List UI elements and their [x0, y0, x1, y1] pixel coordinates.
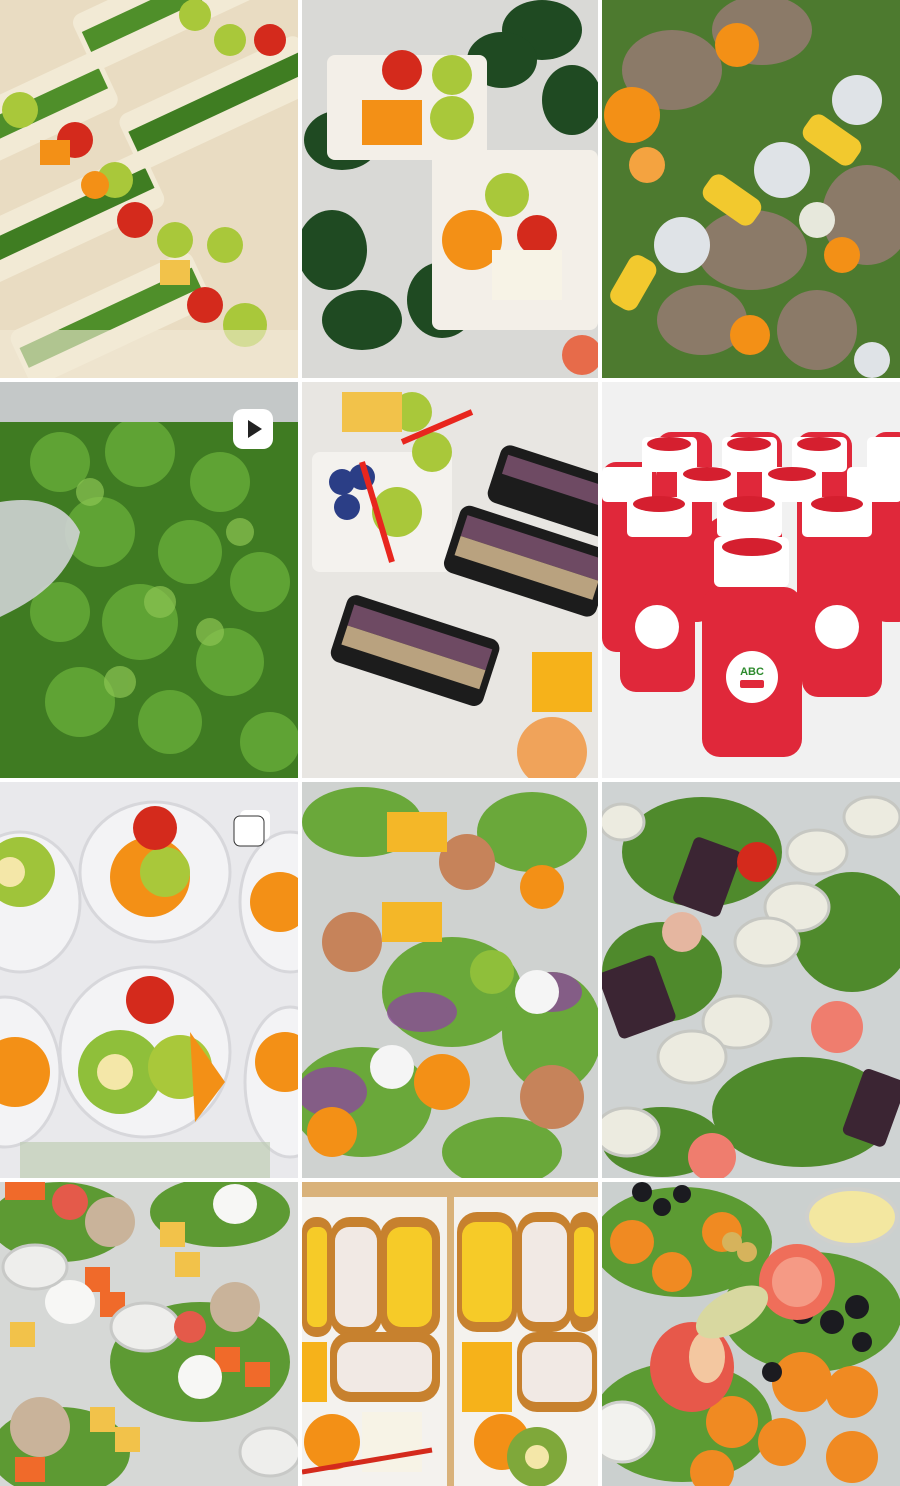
grid-tile-juice[interactable]: ABC — [602, 382, 900, 778]
salad-dressing-photo — [602, 782, 900, 1178]
grid-tile-fried-chicken[interactable] — [602, 1182, 900, 1486]
meat-box-photo — [602, 0, 900, 378]
grid-tile-fruit-cups[interactable] — [0, 782, 298, 1178]
inari-photo — [302, 1182, 598, 1486]
salad-egg-photo — [302, 782, 598, 1178]
photo-grid: ABC — [0, 0, 900, 1486]
grid-tile-sandwiches[interactable] — [0, 0, 298, 378]
carousel-icon — [230, 806, 276, 852]
juice-photo: ABC — [602, 382, 900, 778]
grid-tile-salad-eggs[interactable] — [302, 782, 598, 1178]
juice-label-text: ABC — [740, 666, 764, 678]
kimbap-photo — [302, 382, 598, 778]
fried-chicken-photo — [602, 1182, 900, 1486]
salad-carrot-photo — [0, 1182, 298, 1486]
grid-tile-salad-egg-carrot[interactable] — [0, 1182, 298, 1486]
sandwich-photo — [0, 0, 298, 378]
grid-tile-meat-boxes[interactable] — [602, 0, 900, 378]
grid-tile-leaf-wraps[interactable] — [302, 0, 598, 378]
grid-tile-inari[interactable] — [302, 1182, 598, 1486]
grid-tile-kimbap[interactable] — [302, 382, 598, 778]
leaf-wrap-photo — [302, 0, 598, 378]
grid-tile-salad-dressing[interactable] — [602, 782, 900, 1178]
video-icon — [230, 406, 276, 452]
grid-tile-broccoli-video[interactable] — [0, 382, 298, 778]
